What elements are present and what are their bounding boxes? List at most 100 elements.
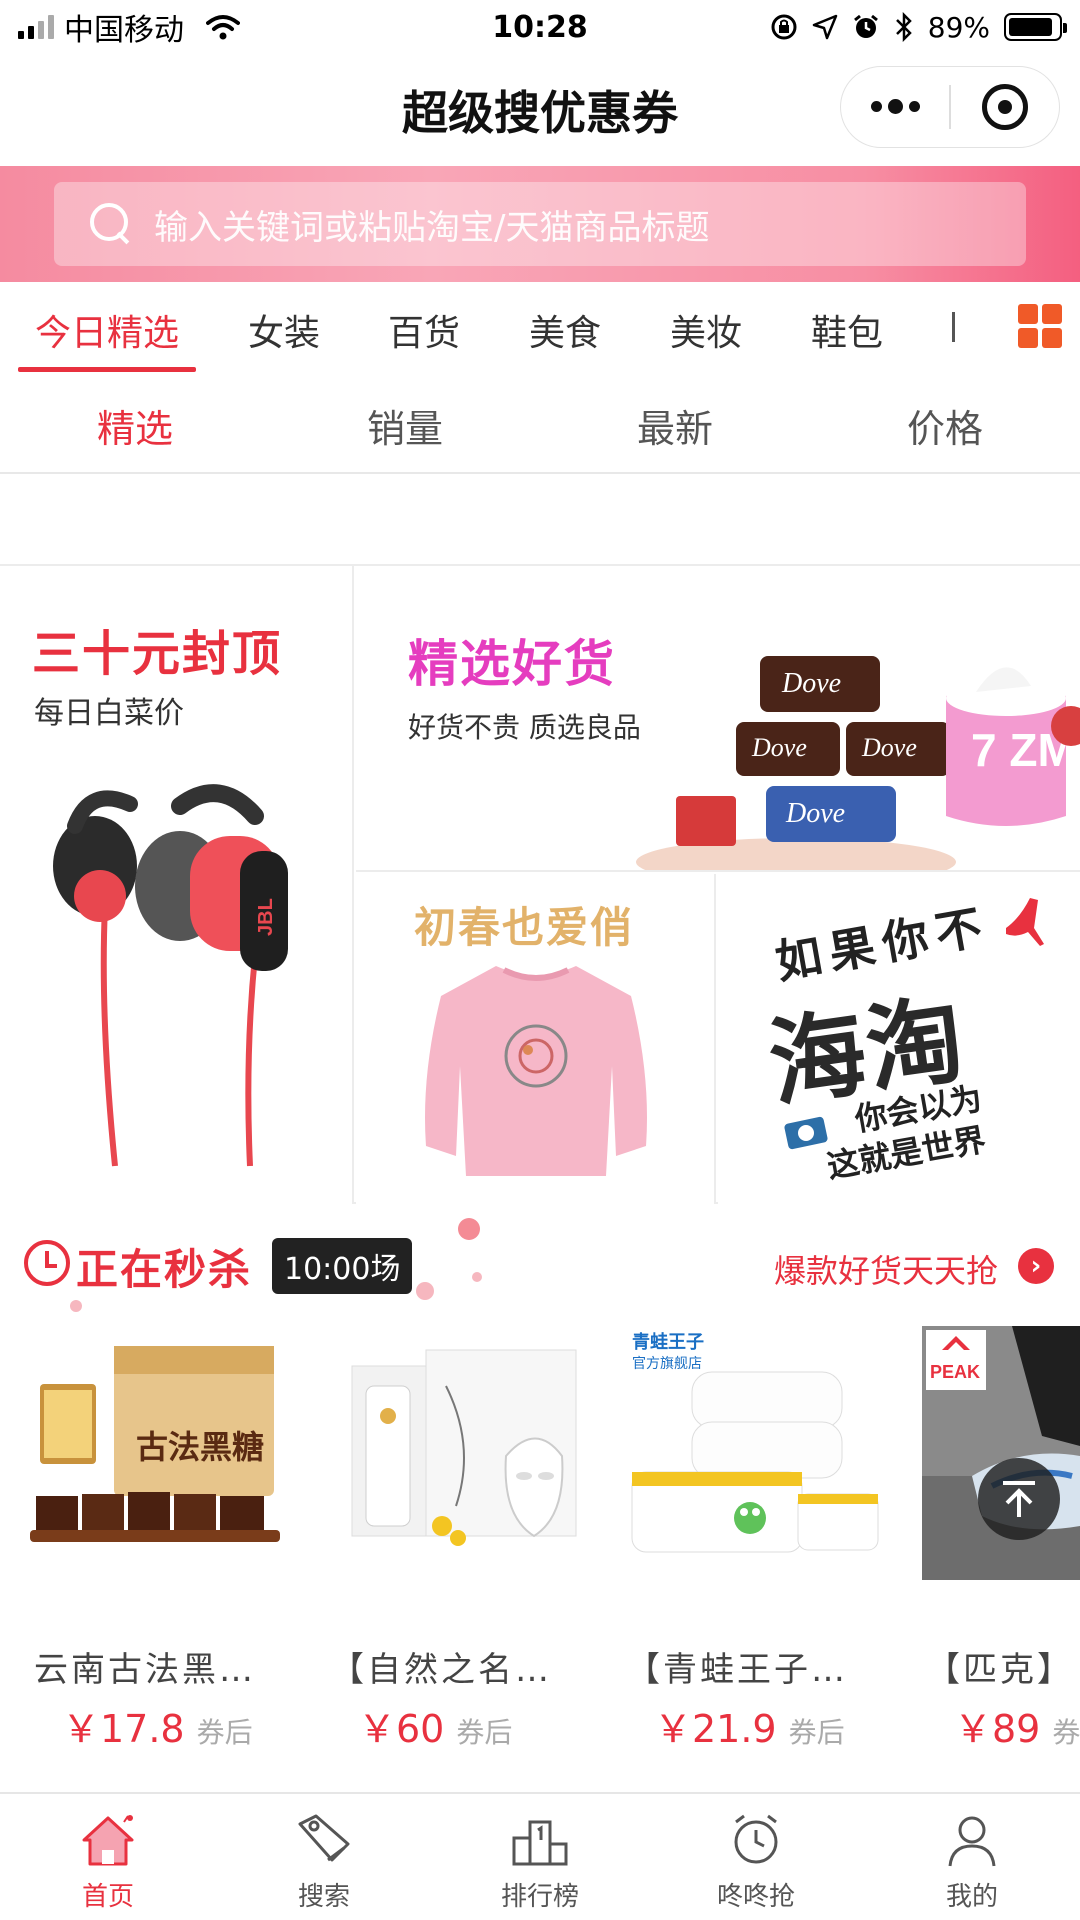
svg-text:古法黑糖: 古法黑糖: [136, 1428, 264, 1466]
flash-more-link[interactable]: 爆款好货天天抢: [774, 1246, 998, 1292]
search-icon: [90, 203, 132, 245]
tab-home[interactable]: 首页: [0, 1794, 216, 1920]
sort-featured[interactable]: 精选: [0, 378, 270, 472]
category-tabs: 今日精选 女装 百货 美食 美妆 鞋包: [0, 282, 1080, 378]
location-icon: [812, 14, 838, 40]
promo-b-subtitle: 好货不贵 质选良品: [408, 711, 641, 744]
flash-session-badge: 10:00场: [272, 1238, 413, 1294]
svg-text:PEAK: PEAK: [930, 1362, 980, 1382]
tab-food[interactable]: 美食: [503, 282, 627, 378]
pink-sweater-image: [425, 966, 647, 1176]
tab-today-picks[interactable]: 今日精选: [18, 282, 196, 378]
product-price: ￥21.9 券后: [654, 1707, 845, 1751]
search-input[interactable]: 输入关键词或粘贴淘宝/天猫商品标题: [54, 182, 1026, 266]
flash-sale-title: 正在秒杀: [76, 1245, 253, 1294]
home-icon: [82, 1815, 134, 1866]
product-card[interactable]: PEAK 【匹克】 ￥89 券: [922, 1326, 1080, 1756]
svg-text:Dove: Dove: [785, 798, 845, 829]
battery-icon: [1004, 13, 1067, 41]
svg-text:青蛙王子: 青蛙王子: [632, 1332, 704, 1353]
decor-dot: [70, 1300, 82, 1312]
signal-icon: [18, 15, 54, 39]
svg-text:Dove: Dove: [781, 668, 841, 699]
close-miniapp-button[interactable]: [951, 67, 1059, 147]
chocolate-product-image: Dove Dove Dove Dove 7 ZMC: [636, 656, 1080, 870]
promo-a-title: 三十元封顶: [32, 626, 283, 682]
svg-text:JBL: JBL: [255, 898, 277, 936]
product-title: 云南古法黑…: [34, 1650, 256, 1690]
product-price: ￥60 券后: [358, 1707, 513, 1751]
flash-sale-header: 正在秒杀 10:00场 爆款好货天天抢 ›: [0, 1204, 1080, 1326]
promo-a-subtitle: 每日白菜价: [34, 696, 184, 731]
sort-price[interactable]: 价格: [810, 378, 1080, 472]
product-price: ￥17.8 券后: [62, 1707, 253, 1751]
category-grid-icon[interactable]: [1018, 304, 1062, 348]
tag-icon: [298, 1814, 350, 1862]
tab-bags[interactable]: 鞋包: [785, 282, 909, 378]
product-title: 【自然之名…: [330, 1650, 552, 1690]
chevron-right-icon[interactable]: ›: [1018, 1248, 1054, 1284]
product-card[interactable]: 【自然之名… ￥60 券后: [326, 1326, 588, 1756]
page-title: 超级搜优惠券: [402, 86, 678, 140]
tab-label: 排行榜: [500, 1882, 579, 1912]
status-bar: 中国移动 10:28 89%: [0, 0, 1080, 54]
alarm-clock-icon: [734, 1814, 778, 1864]
category-overflow-edge: [952, 312, 955, 342]
promo-price-cap[interactable]: 三十元封顶 每日白菜价 JBL: [0, 566, 354, 1204]
decor-dot: [458, 1218, 480, 1240]
target-icon: [981, 84, 1028, 130]
tab-women[interactable]: 女装: [222, 282, 346, 378]
tab-label: 搜索: [297, 1882, 350, 1912]
search-placeholder: 输入关键词或粘贴淘宝/天猫商品标题: [154, 207, 710, 248]
product-card[interactable]: 青蛙王子 官方旗舰店 【青蛙王子… ￥21.9 券后: [622, 1326, 884, 1756]
promo-spring-fashion[interactable]: 初春也爱俏: [356, 874, 716, 1204]
earphones-image: JBL: [53, 784, 288, 1167]
nav-bar: 超级搜优惠券: [0, 54, 1080, 166]
camera-icon: [784, 1116, 828, 1150]
miniapp-capsule: [840, 66, 1060, 148]
sort-newest[interactable]: 最新: [540, 378, 810, 472]
status-left: 中国移动: [18, 5, 378, 49]
red-heel-icon: [1006, 898, 1044, 946]
tab-goods[interactable]: 百货: [362, 282, 486, 378]
more-button[interactable]: [841, 67, 949, 147]
rotation-lock-icon: [771, 14, 797, 40]
search-band: 输入关键词或粘贴淘宝/天猫商品标题: [0, 166, 1080, 282]
tab-search[interactable]: 搜索: [216, 1794, 432, 1920]
alarm-icon: [853, 14, 878, 38]
status-time: 10:28: [492, 9, 588, 45]
product-title: 【青蛙王子…: [626, 1650, 848, 1690]
svg-text:Dove: Dove: [861, 733, 917, 762]
tab-ranking[interactable]: 排行榜: [432, 1794, 648, 1920]
more-dots-icon: [870, 98, 920, 114]
promo-b-title: 精选好货: [408, 635, 616, 693]
back-to-top-button[interactable]: [978, 1458, 1060, 1540]
bluetooth-icon: [895, 12, 912, 42]
product-image-sneaker: PEAK: [922, 1326, 1080, 1580]
decor-dot: [472, 1272, 482, 1282]
clock-icon: [24, 1240, 70, 1286]
promo-selected-goods[interactable]: 精选好货 好货不贵 质选良品 Dove Dove Dove Dove 7 ZMC: [356, 566, 1080, 872]
arrow-up-icon: [1003, 1481, 1035, 1517]
promo-grid: 三十元封顶 每日白菜价 JBL 精选好货 好货不贵 质选良品 Dove Dove…: [0, 564, 1080, 1204]
user-icon: [948, 1816, 996, 1867]
sort-bar: 精选 销量 最新 价格: [0, 378, 1080, 474]
podium-icon: [512, 1820, 568, 1866]
tab-flash[interactable]: 咚咚抢: [648, 1794, 864, 1920]
tab-profile[interactable]: 我的: [864, 1794, 1080, 1920]
product-price: ￥89 券: [954, 1707, 1080, 1751]
tab-beauty[interactable]: 美妆: [644, 282, 768, 378]
tab-label: 我的: [945, 1882, 998, 1912]
decor-dot: [416, 1282, 434, 1300]
product-title: 【匹克】: [926, 1650, 1074, 1690]
product-image-facial-mask: [351, 1349, 577, 1546]
product-image-baby-wipes: 青蛙王子 官方旗舰店: [631, 1332, 879, 1553]
sort-sales[interactable]: 销量: [270, 378, 540, 472]
status-right: 89%: [702, 10, 1067, 44]
bottom-tab-bar: 首页 搜索 排行榜 咚咚抢 我的: [0, 1792, 1080, 1920]
svg-text:官方旗舰店: 官方旗舰店: [632, 1356, 702, 1372]
svg-text:Dove: Dove: [751, 733, 807, 762]
product-card[interactable]: 古法黑糖 云南古法黑… ￥17.8 券后: [30, 1326, 292, 1756]
promo-overseas[interactable]: 如果你不 海淘 你会以为 这就是世界: [718, 874, 1080, 1204]
battery-percent: 89%: [927, 10, 990, 44]
